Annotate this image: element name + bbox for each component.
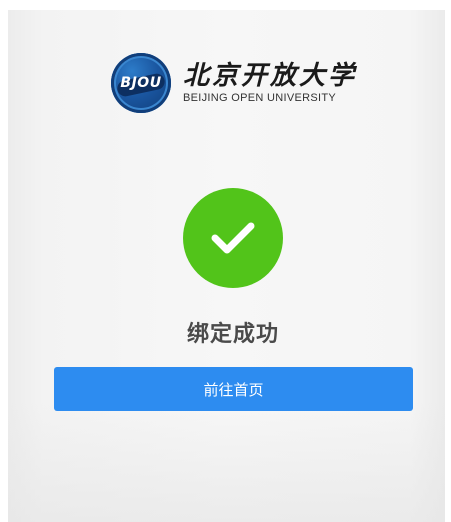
success-title: 绑定成功 xyxy=(186,322,279,347)
emblem-text: BJOU xyxy=(120,75,162,91)
university-name-en: BEIJING OPEN UNIVERSITY xyxy=(183,92,336,104)
success-badge xyxy=(183,188,283,288)
logo-wordmark: 北京开放大学 BEIJING OPEN UNIVERSITY xyxy=(183,61,357,105)
bjou-emblem-icon: BJOU xyxy=(111,53,171,113)
go-home-button[interactable]: 前往首页 xyxy=(54,367,413,411)
checkmark-icon xyxy=(211,222,255,254)
university-name-cn: 北京开放大学 xyxy=(183,61,358,91)
university-logo: BJOU 北京开放大学 BEIJING OPEN UNIVERSITY xyxy=(111,53,357,113)
